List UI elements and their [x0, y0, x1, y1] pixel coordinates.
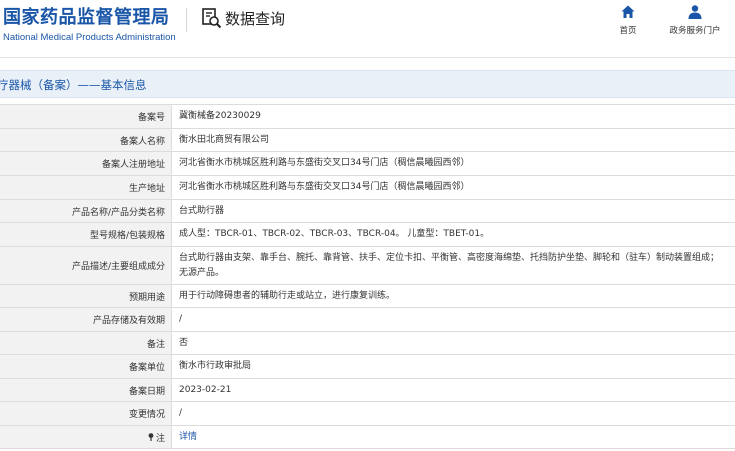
field-value: 河北省衡水市桃城区胜利路与东盛街交叉口34号门店（稠信晨曦园西邻）	[179, 182, 470, 192]
field-value: 2023-02-21	[179, 384, 232, 395]
field-label: 产品存储及有效期	[0, 308, 172, 331]
field-label: 预期用途	[0, 285, 172, 307]
details-link[interactable]: 详情	[172, 426, 735, 448]
nav-home[interactable]: 首页	[608, 4, 648, 36]
home-icon	[620, 4, 636, 20]
table-row: 备注 否	[0, 332, 735, 355]
field-label: 备案人注册地址	[0, 152, 172, 175]
person-icon	[687, 4, 703, 20]
field-value: 用于行动障碍患者的辅助行走或站立，进行康复训练。	[179, 290, 396, 301]
site-logo[interactable]: 国家药品监督管理局 National Medical Products Admi…	[3, 3, 176, 43]
table-row: 生产地址 河北省衡水市桃城区胜利路与东盛街交叉口34号门店（稠信晨曦园西邻）	[0, 176, 735, 200]
field-value: 台式助行器	[179, 205, 225, 216]
field-value: 否	[179, 337, 189, 348]
header-bottom-border	[0, 57, 735, 58]
field-label-note: 注	[0, 426, 172, 448]
table-row: 备案单位 衡水市行政审批局	[0, 355, 735, 379]
field-value: 成人型：TBCR-01、TBCR-02、TBCR-03、TBCR-04。 儿童型…	[179, 229, 490, 239]
field-value: 衡水田北商贸有限公司	[179, 134, 270, 145]
detail-table: 备案号 冀衡械备20230029 备案人名称 衡水田北商贸有限公司 备案人注册地…	[0, 104, 735, 449]
nav-gov-service[interactable]: 政务服务门户	[660, 4, 730, 36]
field-label: 产品名称/产品分类名称	[0, 200, 172, 222]
field-label: 型号规格/包装规格	[0, 223, 172, 246]
field-value: 台式助行器由支架、靠手台、腕托、靠背管、扶手、定位卡扣、平衡管、高密度海绵垫、托…	[179, 252, 720, 278]
field-value: 河北省衡水市桃城区胜利路与东盛街交叉口34号门店（稠信晨曦园西邻）	[179, 158, 470, 168]
table-row: 备案人注册地址 河北省衡水市桃城区胜利路与东盛街交叉口34号门店（稠信晨曦园西邻…	[0, 152, 735, 176]
table-row: 产品存储及有效期 /	[0, 308, 735, 332]
table-row: 产品描述/主要组成成分 台式助行器由支架、靠手台、腕托、靠背管、扶手、定位卡扣、…	[0, 247, 735, 285]
field-label: 变更情况	[0, 402, 172, 425]
field-value: 冀衡械备20230029	[179, 111, 261, 121]
table-row: 预期用途 用于行动障碍患者的辅助行走或站立，进行康复训练。	[0, 285, 735, 308]
note-label-text: 注	[155, 433, 165, 444]
field-value: 衡水市行政审批局	[179, 361, 252, 371]
pin-icon	[148, 433, 154, 441]
field-label: 产品描述/主要组成成分	[0, 247, 172, 284]
data-query-title: 数据查询	[200, 7, 285, 29]
table-row: 注 详情	[0, 426, 735, 449]
table-row: 产品名称/产品分类名称 台式助行器	[0, 200, 735, 223]
header-divider	[186, 8, 187, 32]
field-value: /	[179, 408, 183, 418]
nav-home-label: 首页	[619, 26, 637, 36]
table-row: 型号规格/包装规格 成人型：TBCR-01、TBCR-02、TBCR-03、TB…	[0, 223, 735, 247]
field-label: 备注	[0, 332, 172, 354]
table-row: 变更情况 /	[0, 402, 735, 426]
site-header: 国家药品监督管理局 National Medical Products Admi…	[0, 0, 735, 57]
site-title-en: National Medical Products Administration	[3, 32, 176, 43]
section-header: 疗器械（备案）——基本信息	[0, 70, 735, 98]
nav-gov-service-label: 政务服务门户	[669, 26, 721, 36]
data-query-label: 数据查询	[225, 9, 286, 28]
field-label: 备案号	[0, 105, 172, 128]
site-title-cn: 国家药品监督管理局	[3, 7, 170, 28]
field-label: 生产地址	[0, 176, 172, 199]
field-value: /	[179, 314, 183, 324]
field-label: 备案人名称	[0, 129, 172, 151]
section-title: 疗器械（备案）——基本信息	[0, 78, 147, 92]
table-row: 备案号 冀衡械备20230029	[0, 105, 735, 129]
table-row: 备案人名称 衡水田北商贸有限公司	[0, 129, 735, 152]
document-search-icon	[200, 7, 222, 29]
table-row: 备案日期 2023-02-21	[0, 379, 735, 402]
field-label: 备案日期	[0, 379, 172, 401]
field-label: 备案单位	[0, 355, 172, 378]
